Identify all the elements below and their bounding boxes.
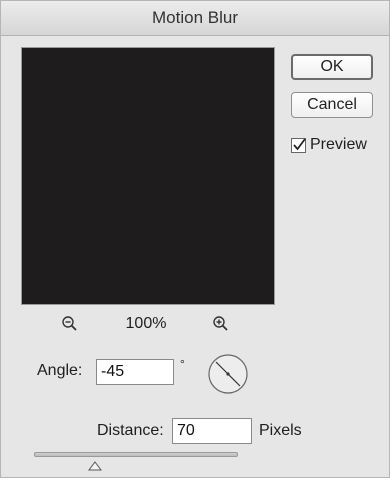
dialog-title: Motion Blur	[1, 1, 389, 36]
preview-label: Preview	[310, 136, 367, 153]
zoom-level: 100%	[125, 315, 167, 332]
preview-checkbox[interactable]: Preview	[291, 136, 367, 154]
distance-slider-thumb[interactable]	[88, 458, 103, 476]
ok-button[interactable]: OK	[291, 54, 373, 80]
distance-input[interactable]	[172, 418, 252, 444]
distance-slider-track[interactable]	[34, 452, 238, 457]
zoom-in-icon[interactable]	[212, 315, 230, 338]
cancel-button[interactable]: Cancel	[291, 92, 373, 118]
distance-label: Distance:	[97, 422, 164, 439]
checkbox-checked-icon[interactable]	[291, 137, 306, 153]
motion-blur-dialog: Motion Blur OK Cancel Preview 100% Angle…	[0, 0, 390, 478]
preview-area[interactable]	[21, 47, 275, 305]
degree-symbol: °	[180, 357, 185, 371]
zoom-controls: 100%	[1, 313, 291, 335]
angle-input[interactable]	[96, 359, 174, 385]
distance-units-label: Pixels	[259, 422, 302, 439]
angle-label: Angle:	[37, 362, 83, 379]
angle-dial-icon[interactable]	[207, 353, 249, 400]
zoom-out-icon[interactable]	[61, 315, 79, 338]
